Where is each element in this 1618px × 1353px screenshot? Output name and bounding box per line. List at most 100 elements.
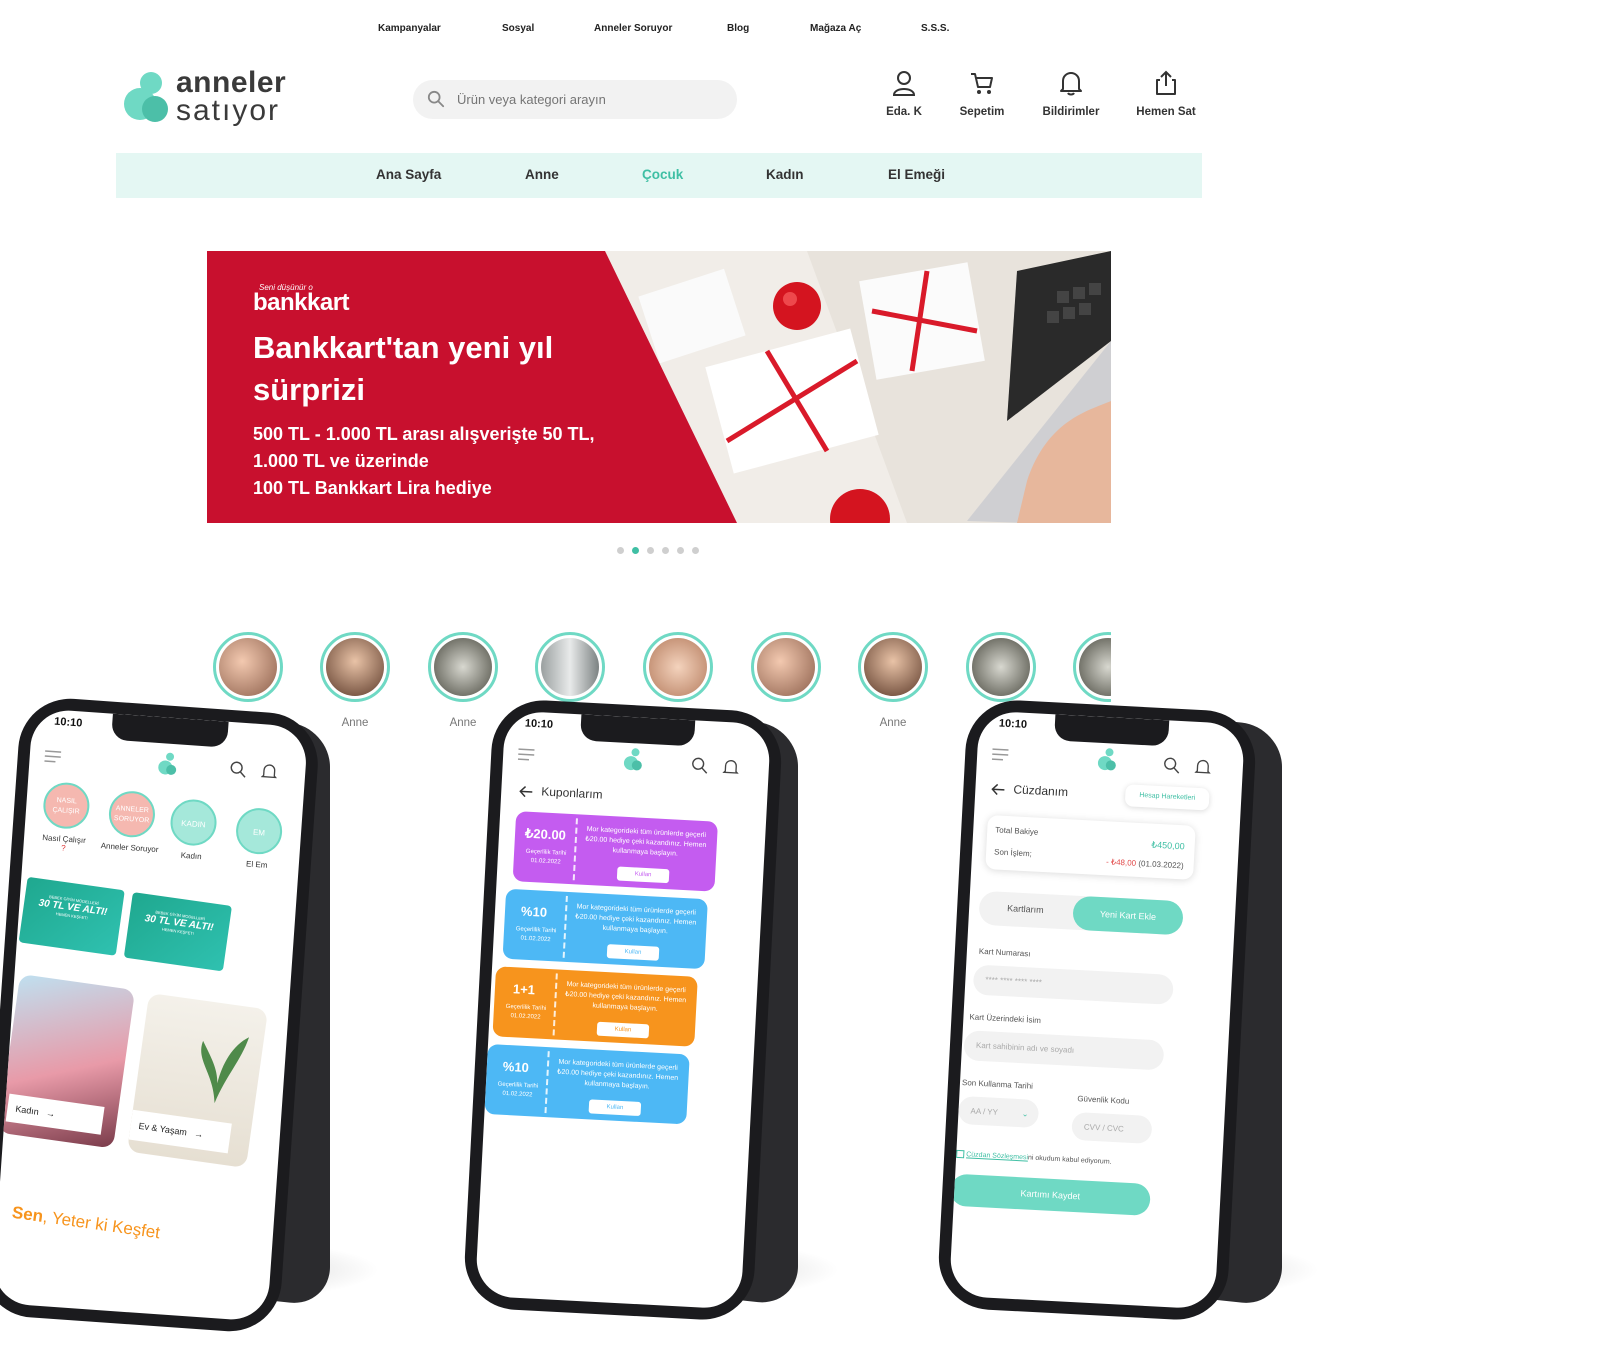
top-link-sosyal[interactable]: Sosyal bbox=[502, 23, 534, 34]
bell-icon[interactable] bbox=[722, 758, 739, 777]
story-avatar bbox=[219, 638, 277, 696]
coupon-validity: Geçerlilik Tarihi 01.02.2022 bbox=[517, 847, 574, 868]
search-bar[interactable] bbox=[413, 80, 737, 119]
terms-text: ni okudum kabul ediyorum. bbox=[1027, 1154, 1112, 1166]
coupon-amount: %10 bbox=[502, 1058, 530, 1076]
card-number-field[interactable]: **** **** **** **** bbox=[972, 964, 1174, 1005]
carousel-dot[interactable] bbox=[662, 547, 669, 554]
story-ring bbox=[1073, 632, 1111, 702]
top-link-kampanyalar[interactable]: Kampanyalar bbox=[378, 23, 441, 34]
header-action-label: Hemen Sat bbox=[1136, 106, 1196, 118]
phone-frame: 10:10 NASIL ÇALIŞIR Nasıl Çalışır ? ANNE… bbox=[0, 695, 322, 1335]
nav-item-anne[interactable]: Anne bbox=[525, 167, 559, 182]
banner-headline: Bankkart'tan yeni yıl sürprizi bbox=[253, 330, 554, 407]
carousel-dot[interactable] bbox=[692, 547, 699, 554]
last-transaction-value: - ₺48,00 bbox=[1105, 857, 1137, 868]
tile-label-text: Ev & Yaşam bbox=[137, 1120, 188, 1138]
app-logo-icon[interactable] bbox=[623, 747, 646, 772]
bell-icon[interactable] bbox=[260, 762, 278, 781]
coupon-card[interactable]: 1+1 Geçerlilik Tarihi 01.02.2022 Mor kate… bbox=[492, 966, 698, 1047]
category-badge: ANNELER SORUYOR bbox=[107, 789, 157, 839]
category-item[interactable]: EM El Em bbox=[227, 806, 291, 871]
header-action-cart[interactable]: Sepetim bbox=[942, 70, 1022, 118]
search-icon[interactable] bbox=[1162, 756, 1181, 775]
bell-icon bbox=[1060, 72, 1082, 96]
promo-card[interactable]: BEBEK GİYİM MODELLERİ 30 TL VE ALTI! HEM… bbox=[18, 876, 125, 956]
search-input[interactable] bbox=[457, 88, 717, 110]
category-item[interactable]: NASIL ÇALIŞIR Nasıl Çalışır ? bbox=[33, 781, 98, 855]
back-arrow-icon[interactable] bbox=[519, 785, 534, 798]
story-item-clipped[interactable] bbox=[1073, 632, 1111, 706]
category-item[interactable]: ANNELER SORUYOR Anneler Soruyor bbox=[97, 789, 165, 854]
phone-wallet: 10:10 Cüzdanım Hesap Hareketleri Total B… bbox=[936, 697, 1342, 1330]
top-link-magaza-ac[interactable]: Mağaza Aç bbox=[810, 23, 861, 34]
app-logo-icon[interactable] bbox=[157, 751, 181, 776]
menu-icon[interactable] bbox=[991, 747, 1010, 762]
top-link-sss[interactable]: S.S.S. bbox=[921, 23, 949, 34]
nav-item-cocuk[interactable]: Çocuk bbox=[642, 167, 683, 182]
tab-add-card[interactable]: Yeni Kart Ekle bbox=[1072, 895, 1184, 936]
nav-item-kadin[interactable]: Kadın bbox=[766, 167, 804, 182]
search-icon bbox=[427, 90, 445, 108]
phone-notch bbox=[1054, 714, 1170, 747]
promo-card[interactable]: BEBEK GİYİM MODELLERİ 30 TL VE ALTI! HEM… bbox=[123, 892, 232, 972]
cvv-field[interactable]: CVV / CVC bbox=[1071, 1111, 1153, 1145]
carousel-dots bbox=[617, 547, 699, 554]
arrow-right-icon: → bbox=[40, 1107, 56, 1120]
top-link-anneler-soruyor[interactable]: Anneler Soruyor bbox=[594, 23, 672, 34]
story-avatar bbox=[972, 638, 1030, 696]
category-tile-ev-yasam[interactable]: Ev & Yaşam → bbox=[126, 992, 269, 1169]
search-icon[interactable] bbox=[690, 756, 709, 775]
expiry-field[interactable]: AA / YY ⌄ bbox=[957, 1095, 1040, 1129]
top-link-blog[interactable]: Blog bbox=[727, 23, 749, 34]
story-ring bbox=[966, 632, 1036, 702]
last-transaction-label: Son İşlem; bbox=[993, 847, 1033, 859]
story-avatar bbox=[541, 638, 599, 696]
menu-icon[interactable] bbox=[43, 749, 62, 764]
tab-cards[interactable]: Kartlarım bbox=[1007, 903, 1044, 915]
category-item[interactable]: KADIN Kadın bbox=[163, 798, 223, 863]
story-item[interactable]: Anne bbox=[858, 632, 928, 729]
header-action-profile[interactable]: Eda. K bbox=[864, 70, 944, 118]
category-badge: NASIL ÇALIŞIR bbox=[41, 781, 91, 831]
coupon-card[interactable]: %10 Geçerlilik Tarihi 01.02.2022 Mor kate… bbox=[484, 1043, 690, 1125]
back-arrow-icon[interactable] bbox=[991, 783, 1006, 796]
terms-checkbox[interactable] bbox=[956, 1149, 965, 1159]
coupon-description: Mor kategorideki tüm ürünlerde geçerli ₺… bbox=[564, 981, 687, 1013]
story-avatar bbox=[1079, 638, 1111, 696]
header-action-label: Sepetim bbox=[959, 106, 1005, 118]
coupon-use-button[interactable]: Kullan bbox=[588, 1099, 642, 1117]
expiry-placeholder: AA / YY bbox=[970, 1106, 999, 1117]
coupon-card[interactable]: %10 Geçerlilik Tarihi 01.02.2022 Mor kate… bbox=[502, 888, 708, 970]
header-action-notifications[interactable]: Bildirimler bbox=[1031, 70, 1111, 118]
save-card-button[interactable]: Kartımı Kaydet bbox=[949, 1173, 1151, 1217]
tile-label: Kadın → bbox=[5, 1093, 105, 1135]
category-tile-kadin[interactable]: Kadın → bbox=[0, 973, 136, 1149]
phone-screen: 10:10 Kuponlarım ₺20.00 Geçerlilik Tarih… bbox=[474, 710, 772, 1310]
menu-icon[interactable] bbox=[517, 747, 536, 762]
account-history-button[interactable]: Hesap Hareketleri bbox=[1124, 784, 1210, 811]
header-action-sell[interactable]: Hemen Sat bbox=[1126, 70, 1206, 118]
coupon-card[interactable]: ₺20.00 Geçerlilik Tarihi 01.02.2022 Mor k… bbox=[512, 811, 718, 892]
coupon-use-button[interactable]: Kullan bbox=[616, 866, 670, 884]
carousel-dot[interactable] bbox=[617, 547, 624, 554]
promo-banner[interactable]: Seni düşünür o bankkart Bankkart'tan yen… bbox=[207, 251, 1111, 523]
carousel-dot-active[interactable] bbox=[632, 547, 639, 554]
coupon-description: Mor kategorideki tüm ürünlerde geçerli ₺… bbox=[575, 903, 697, 936]
carousel-dot[interactable] bbox=[677, 547, 684, 554]
carousel-dot[interactable] bbox=[647, 547, 654, 554]
coupon-use-button[interactable]: Kullan bbox=[606, 944, 660, 961]
category-label: Kadın bbox=[180, 850, 202, 862]
nav-item-ana-sayfa[interactable]: Ana Sayfa bbox=[376, 167, 441, 182]
site-logo[interactable]: anneler satıyor bbox=[124, 66, 304, 130]
terms-link[interactable]: Cüzdan Sözleşmesi bbox=[966, 1151, 1028, 1161]
story-avatar bbox=[326, 638, 384, 696]
search-icon[interactable] bbox=[229, 760, 248, 779]
app-logo-icon[interactable] bbox=[1097, 747, 1120, 772]
card-name-field[interactable]: Kart sahibinin adı ve soyadı bbox=[963, 1030, 1165, 1071]
expiry-label: Son Kullanma Tarihi bbox=[961, 1078, 1034, 1091]
nav-item-el-emegi[interactable]: El Emeği bbox=[888, 167, 945, 182]
banner-body-line: 1.000 TL ve üzerinde bbox=[253, 451, 429, 471]
bell-icon[interactable] bbox=[1194, 758, 1211, 777]
coupon-use-button[interactable]: Kullan bbox=[596, 1021, 650, 1039]
